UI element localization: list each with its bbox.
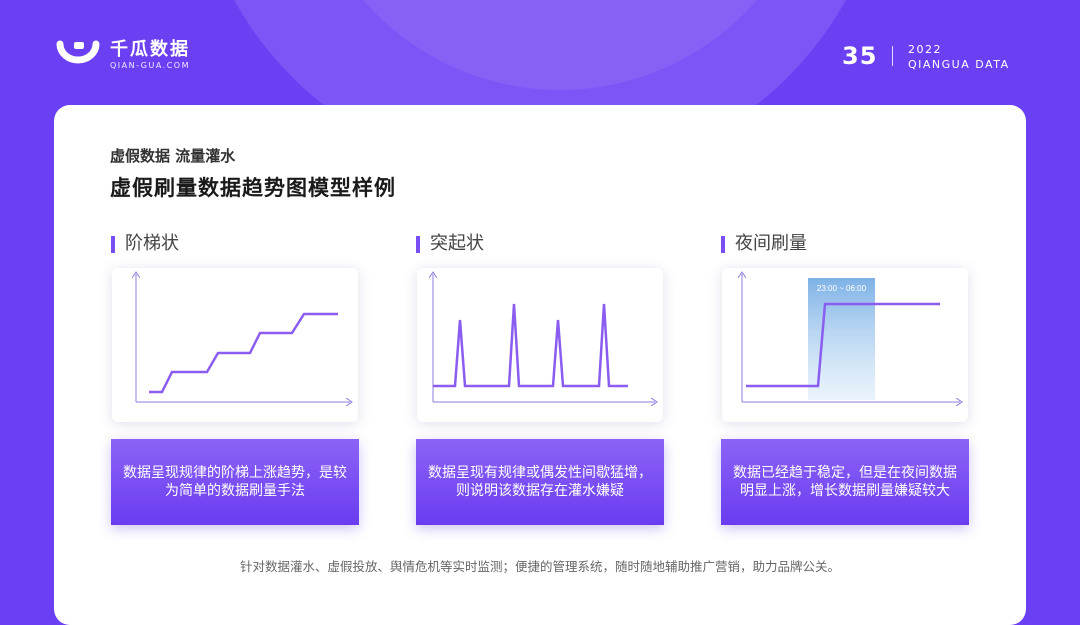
section-marker bbox=[416, 236, 420, 253]
page-number: 35 bbox=[842, 42, 878, 70]
header-divider bbox=[892, 46, 893, 66]
brand-logo[interactable]: 千瓜数据 QIAN-GUA.COM bbox=[56, 38, 190, 74]
section-title: 突起状 bbox=[430, 233, 484, 254]
header-company: QIANGUA DATA bbox=[908, 58, 1010, 71]
night-time-label: 23:00 ~ 06:00 bbox=[817, 284, 867, 293]
section-spike: 突起状 数据呈现有规律或偶发性间歇猛增，则说明该数据存在灌水嫌疑 bbox=[416, 231, 664, 525]
header-year-block: 2022 QIANGUA DATA bbox=[908, 42, 1010, 72]
brand-logo-icon bbox=[56, 40, 100, 64]
brand-name: 千瓜数据 bbox=[110, 39, 190, 60]
section-description: 数据已经趋于稳定，但是在夜间数据明显上涨，增长数据刷量嫌疑较大 bbox=[721, 439, 969, 525]
section-marker bbox=[721, 236, 725, 253]
chart-step bbox=[112, 268, 358, 422]
brand-url: QIAN-GUA.COM bbox=[110, 61, 191, 70]
content-card: 虚假数据 流量灌水 虚假刷量数据趋势图模型样例 阶梯状 数据呈现规律的阶梯上涨趋… bbox=[54, 105, 1026, 625]
section-title: 夜间刷量 bbox=[735, 233, 807, 254]
section-description: 数据呈现有规律或偶发性间歇猛增，则说明该数据存在灌水嫌疑 bbox=[416, 439, 664, 525]
page-title: 虚假刷量数据趋势图模型样例 bbox=[110, 176, 396, 200]
section-step: 阶梯状 数据呈现规律的阶梯上涨趋势，是较为简单的数据刷量手法 bbox=[111, 231, 359, 525]
section-title: 阶梯状 bbox=[125, 233, 179, 254]
chart-spike bbox=[417, 268, 663, 422]
section-night: 夜间刷量 23:00 ~ 06:00 数据已经趋于稳定，但是在夜间数据明显上涨，… bbox=[721, 231, 969, 525]
chart-step-line bbox=[149, 312, 338, 394]
section-description: 数据呈现规律的阶梯上涨趋势，是较为简单的数据刷量手法 bbox=[111, 439, 359, 525]
section-subtitle: 虚假数据 流量灌水 bbox=[110, 147, 236, 165]
section-marker bbox=[111, 236, 115, 253]
footer-text: 针对数据灌水、虚假投放、舆情危机等实时监测；便捷的管理系统，随时随地辅助推广营销… bbox=[239, 559, 840, 574]
chart-spike-line bbox=[433, 303, 628, 388]
header-year: 2022 bbox=[908, 43, 942, 56]
chart-night: 23:00 ~ 06:00 bbox=[722, 268, 968, 422]
